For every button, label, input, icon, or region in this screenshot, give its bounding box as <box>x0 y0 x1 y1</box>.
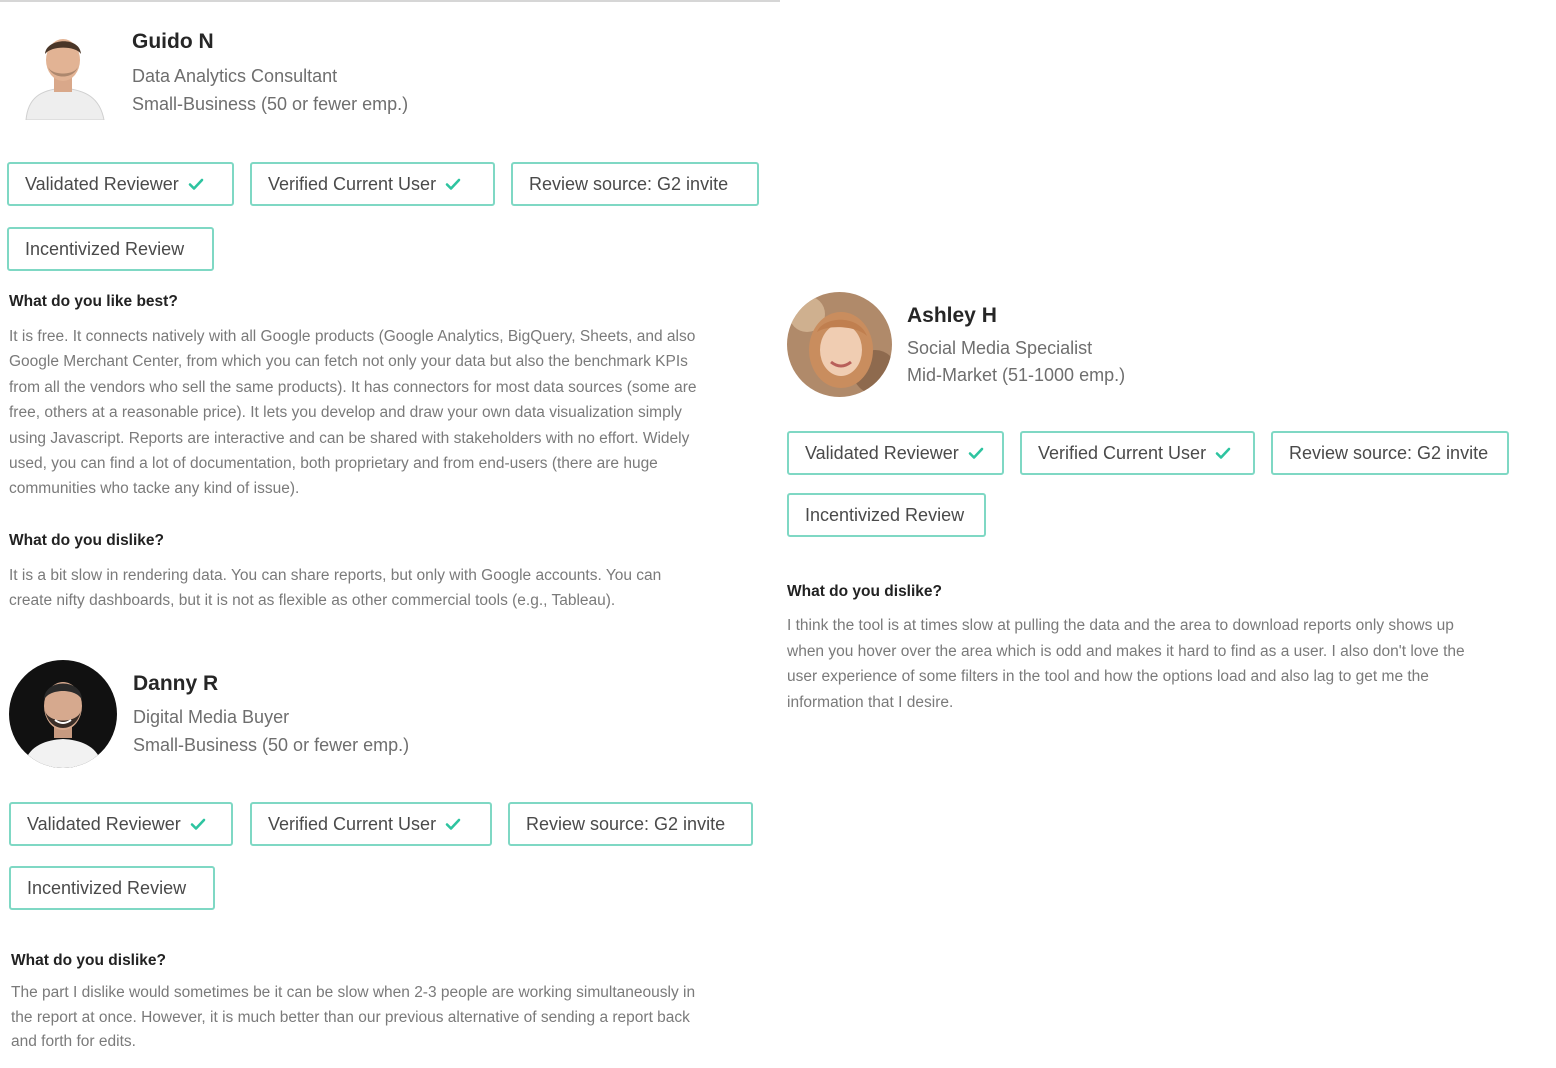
answer-line: user experience of some filters in the t… <box>787 668 1429 686</box>
top-divider <box>0 0 780 2</box>
check-icon <box>445 818 461 830</box>
review-source-badge[interactable]: Review source: G2 invite <box>508 802 753 846</box>
reviewer-name: Danny R <box>133 672 219 695</box>
badge-label: Validated Reviewer <box>805 442 959 463</box>
badge-label: Incentivized Review <box>27 877 187 898</box>
verified-current-user-badge[interactable]: Verified Current User <box>250 162 495 206</box>
reviewer-company-size: Small-Business (50 or fewer emp.) <box>132 94 409 114</box>
check-icon <box>190 818 206 830</box>
badge-label: Review source: G2 invite <box>529 173 729 194</box>
dislike-answer: I think the tool is at times slow at pul… <box>787 613 1552 716</box>
reviewer-role: Social Media Specialist <box>907 338 1093 358</box>
review-source-badge[interactable]: Review source: G2 invite <box>1271 431 1509 475</box>
answer-line: Google Merchant Center, from which you c… <box>9 353 688 371</box>
validated-reviewer-badge[interactable]: Validated Reviewer <box>787 431 1004 475</box>
like-answer: It is free. It connects natively with al… <box>9 324 780 502</box>
validated-reviewer-badge[interactable]: Validated Reviewer <box>7 162 234 206</box>
review-source-badge[interactable]: Review source: G2 invite <box>511 162 759 206</box>
dislike-question: What do you dislike? <box>787 583 943 600</box>
validated-reviewer-badge[interactable]: Validated Reviewer <box>9 802 233 846</box>
reviewer-role: Digital Media Buyer <box>133 707 290 727</box>
reviewer-company-size: Small-Business (50 or fewer emp.) <box>133 735 410 755</box>
answer-line: when you hover over the area which is od… <box>787 642 1465 660</box>
answer-line: information that I desire. <box>787 694 954 712</box>
badge-label: Incentivized Review <box>805 504 965 525</box>
answer-line: from all the vendors who sell the same p… <box>9 378 697 396</box>
badge-label: Verified Current User <box>1038 442 1207 463</box>
answer-line: communities who tacke any kind of issue)… <box>9 480 300 498</box>
incentivized-review-badge[interactable]: Incentivized Review <box>7 227 214 271</box>
check-icon <box>445 178 461 190</box>
avatar <box>9 660 117 768</box>
reviewer-company-size: Mid-Market (51-1000 emp.) <box>907 365 1126 385</box>
reviewer-name: Ashley H <box>907 304 997 327</box>
reviewer-name: Guido N <box>132 30 214 53</box>
dislike-answer: The part I dislike would sometimes be it… <box>11 981 776 1055</box>
badge-label: Review source: G2 invite <box>1289 442 1489 463</box>
answer-line: free, others at a reasonable price). It … <box>9 404 682 422</box>
avatar <box>18 30 108 120</box>
answer-line: used, you can find a lot of documentatio… <box>9 455 658 473</box>
answer-line: and forth for edits. <box>11 1033 136 1050</box>
badge-label: Validated Reviewer <box>27 813 181 834</box>
check-icon <box>968 447 984 459</box>
verified-current-user-badge[interactable]: Verified Current User <box>250 802 492 846</box>
badge-label: Incentivized Review <box>25 238 185 259</box>
incentivized-review-badge[interactable]: Incentivized Review <box>787 493 986 537</box>
answer-line: The part I dislike would sometimes be it… <box>11 984 696 1001</box>
answer-line: the report at once. However, it is much … <box>11 1008 690 1026</box>
dislike-answer: It is a bit slow in rendering data. You … <box>9 563 780 614</box>
incentivized-review-badge[interactable]: Incentivized Review <box>9 866 215 910</box>
reviewer-role: Data Analytics Consultant <box>132 66 338 86</box>
answer-line: It is free. It connects natively with al… <box>9 328 696 345</box>
check-icon <box>188 178 204 190</box>
like-question: What do you like best? <box>9 293 178 310</box>
badge-label: Review source: G2 invite <box>526 813 726 834</box>
answer-line: using Javascript. Reports are interactiv… <box>9 429 690 447</box>
check-icon <box>1215 447 1231 459</box>
badge-label: Validated Reviewer <box>25 173 179 194</box>
answer-line: create nifty dashboards, but it is not a… <box>9 592 616 610</box>
badge-label: Verified Current User <box>268 813 437 834</box>
avatar <box>787 292 892 397</box>
verified-current-user-badge[interactable]: Verified Current User <box>1020 431 1255 475</box>
badge-label: Verified Current User <box>268 173 437 194</box>
dislike-question: What do you dislike? <box>11 952 167 969</box>
answer-line: I think the tool is at times slow at pul… <box>787 617 1454 634</box>
answer-line: It is a bit slow in rendering data. You … <box>9 567 662 584</box>
dislike-question: What do you dislike? <box>9 532 165 549</box>
